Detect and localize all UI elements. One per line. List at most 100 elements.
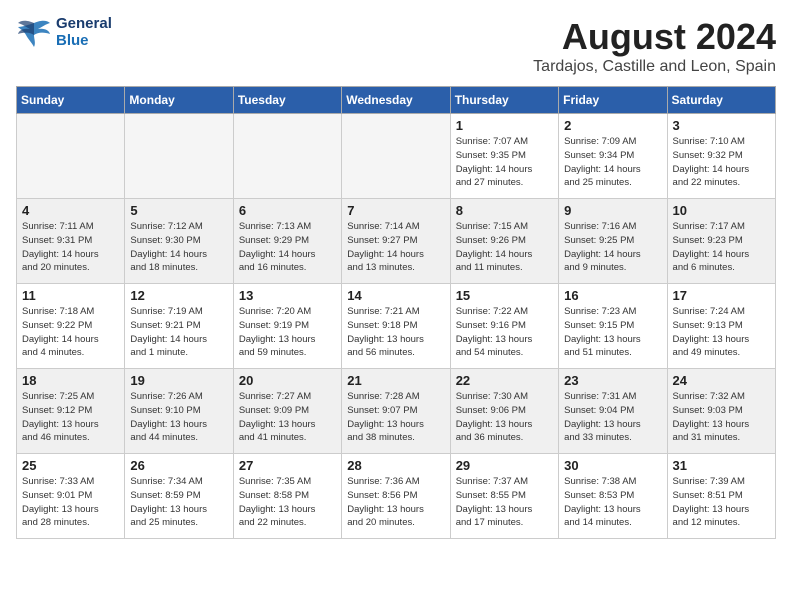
day-number: 30 <box>564 458 661 473</box>
day-number: 12 <box>130 288 227 303</box>
day-number: 21 <box>347 373 444 388</box>
calendar-cell: 18 Sunrise: 7:25 AM Sunset: 9:12 PM Dayli… <box>17 369 125 454</box>
day-number: 7 <box>347 203 444 218</box>
logo-text: General Blue <box>56 16 112 49</box>
logo: General Blue <box>16 16 112 49</box>
day-number: 5 <box>130 203 227 218</box>
day-info: Sunrise: 7:21 AM Sunset: 9:18 PM Dayligh… <box>347 305 444 360</box>
day-info: Sunrise: 7:18 AM Sunset: 9:22 PM Dayligh… <box>22 305 119 360</box>
day-number: 31 <box>673 458 770 473</box>
calendar-cell: 28 Sunrise: 7:36 AM Sunset: 8:56 PM Dayli… <box>342 454 450 539</box>
calendar-cell: 1 Sunrise: 7:07 AM Sunset: 9:35 PM Daylig… <box>450 114 558 199</box>
calendar-cell: 3Sunrise: 7:10 AM Sunset: 9:32 PM Daylig… <box>667 114 775 199</box>
calendar-cell: 6 Sunrise: 7:13 AM Sunset: 9:29 PM Daylig… <box>233 199 341 284</box>
day-info: Sunrise: 7:38 AM Sunset: 8:53 PM Dayligh… <box>564 475 661 530</box>
calendar-cell: 21Sunrise: 7:28 AM Sunset: 9:07 PM Dayli… <box>342 369 450 454</box>
calendar-cell: 26 Sunrise: 7:34 AM Sunset: 8:59 PM Dayli… <box>125 454 233 539</box>
calendar-cell: 24Sunrise: 7:32 AM Sunset: 9:03 PM Dayli… <box>667 369 775 454</box>
day-number: 1 <box>456 118 553 133</box>
calendar-cell: 19 Sunrise: 7:26 AM Sunset: 9:10 PM Dayli… <box>125 369 233 454</box>
calendar-cell: 9 Sunrise: 7:16 AM Sunset: 9:25 PM Daylig… <box>559 199 667 284</box>
weekday-header: Thursday <box>450 87 558 114</box>
calendar-cell: 15 Sunrise: 7:22 AM Sunset: 9:16 PM Dayli… <box>450 284 558 369</box>
day-number: 6 <box>239 203 336 218</box>
month-title: August 2024 <box>533 16 776 58</box>
calendar-cell: 22 Sunrise: 7:30 AM Sunset: 9:06 PM Dayli… <box>450 369 558 454</box>
day-number: 23 <box>564 373 661 388</box>
calendar-cell <box>233 114 341 199</box>
day-number: 22 <box>456 373 553 388</box>
day-info: Sunrise: 7:31 AM Sunset: 9:04 PM Dayligh… <box>564 390 661 445</box>
day-info: Sunrise: 7:30 AM Sunset: 9:06 PM Dayligh… <box>456 390 553 445</box>
day-info: Sunrise: 7:16 AM Sunset: 9:25 PM Dayligh… <box>564 220 661 275</box>
day-number: 27 <box>239 458 336 473</box>
calendar-cell: 17 Sunrise: 7:24 AM Sunset: 9:13 PM Dayli… <box>667 284 775 369</box>
weekday-header: Monday <box>125 87 233 114</box>
calendar-cell: 16 Sunrise: 7:23 AM Sunset: 9:15 PM Dayli… <box>559 284 667 369</box>
day-info: Sunrise: 7:10 AM Sunset: 9:32 PM Dayligh… <box>673 135 770 190</box>
calendar-cell: 4 Sunrise: 7:11 AM Sunset: 9:31 PM Daylig… <box>17 199 125 284</box>
calendar-cell: 5Sunrise: 7:12 AM Sunset: 9:30 PM Daylig… <box>125 199 233 284</box>
calendar-cell <box>125 114 233 199</box>
day-info: Sunrise: 7:33 AM Sunset: 9:01 PM Dayligh… <box>22 475 119 530</box>
day-info: Sunrise: 7:14 AM Sunset: 9:27 PM Dayligh… <box>347 220 444 275</box>
title-block: August 2024 Tardajos, Castille and Leon,… <box>533 16 776 76</box>
calendar-cell: 2 Sunrise: 7:09 AM Sunset: 9:34 PM Daylig… <box>559 114 667 199</box>
day-info: Sunrise: 7:19 AM Sunset: 9:21 PM Dayligh… <box>130 305 227 360</box>
calendar-cell: 14Sunrise: 7:21 AM Sunset: 9:18 PM Dayli… <box>342 284 450 369</box>
calendar-cell: 13Sunrise: 7:20 AM Sunset: 9:19 PM Dayli… <box>233 284 341 369</box>
day-info: Sunrise: 7:26 AM Sunset: 9:10 PM Dayligh… <box>130 390 227 445</box>
day-number: 18 <box>22 373 119 388</box>
calendar-header-row: SundayMondayTuesdayWednesdayThursdayFrid… <box>17 87 776 114</box>
day-number: 29 <box>456 458 553 473</box>
day-info: Sunrise: 7:11 AM Sunset: 9:31 PM Dayligh… <box>22 220 119 275</box>
location-title: Tardajos, Castille and Leon, Spain <box>533 58 776 76</box>
day-info: Sunrise: 7:07 AM Sunset: 9:35 PM Dayligh… <box>456 135 553 190</box>
calendar-cell <box>342 114 450 199</box>
calendar-week-row: 11 Sunrise: 7:18 AM Sunset: 9:22 PM Dayli… <box>17 284 776 369</box>
day-info: Sunrise: 7:27 AM Sunset: 9:09 PM Dayligh… <box>239 390 336 445</box>
day-info: Sunrise: 7:17 AM Sunset: 9:23 PM Dayligh… <box>673 220 770 275</box>
calendar-cell: 20 Sunrise: 7:27 AM Sunset: 9:09 PM Dayli… <box>233 369 341 454</box>
day-info: Sunrise: 7:25 AM Sunset: 9:12 PM Dayligh… <box>22 390 119 445</box>
day-number: 19 <box>130 373 227 388</box>
day-number: 10 <box>673 203 770 218</box>
day-number: 20 <box>239 373 336 388</box>
weekday-header: Wednesday <box>342 87 450 114</box>
weekday-header: Friday <box>559 87 667 114</box>
day-info: Sunrise: 7:22 AM Sunset: 9:16 PM Dayligh… <box>456 305 553 360</box>
day-info: Sunrise: 7:13 AM Sunset: 9:29 PM Dayligh… <box>239 220 336 275</box>
day-number: 28 <box>347 458 444 473</box>
day-info: Sunrise: 7:24 AM Sunset: 9:13 PM Dayligh… <box>673 305 770 360</box>
day-number: 13 <box>239 288 336 303</box>
day-number: 2 <box>564 118 661 133</box>
day-number: 15 <box>456 288 553 303</box>
calendar-week-row: 25 Sunrise: 7:33 AM Sunset: 9:01 PM Dayli… <box>17 454 776 539</box>
day-info: Sunrise: 7:37 AM Sunset: 8:55 PM Dayligh… <box>456 475 553 530</box>
day-number: 25 <box>22 458 119 473</box>
calendar-cell: 23 Sunrise: 7:31 AM Sunset: 9:04 PM Dayli… <box>559 369 667 454</box>
day-info: Sunrise: 7:09 AM Sunset: 9:34 PM Dayligh… <box>564 135 661 190</box>
day-info: Sunrise: 7:23 AM Sunset: 9:15 PM Dayligh… <box>564 305 661 360</box>
calendar-cell: 11 Sunrise: 7:18 AM Sunset: 9:22 PM Dayli… <box>17 284 125 369</box>
day-number: 11 <box>22 288 119 303</box>
day-info: Sunrise: 7:34 AM Sunset: 8:59 PM Dayligh… <box>130 475 227 530</box>
calendar-cell: 31 Sunrise: 7:39 AM Sunset: 8:51 PM Dayli… <box>667 454 775 539</box>
day-number: 17 <box>673 288 770 303</box>
calendar-cell: 7 Sunrise: 7:14 AM Sunset: 9:27 PM Daylig… <box>342 199 450 284</box>
day-number: 9 <box>564 203 661 218</box>
calendar-week-row: 18 Sunrise: 7:25 AM Sunset: 9:12 PM Dayli… <box>17 369 776 454</box>
day-number: 16 <box>564 288 661 303</box>
calendar-week-row: 1 Sunrise: 7:07 AM Sunset: 9:35 PM Daylig… <box>17 114 776 199</box>
calendar-cell: 29 Sunrise: 7:37 AM Sunset: 8:55 PM Dayli… <box>450 454 558 539</box>
calendar-cell: 10 Sunrise: 7:17 AM Sunset: 9:23 PM Dayli… <box>667 199 775 284</box>
day-info: Sunrise: 7:32 AM Sunset: 9:03 PM Dayligh… <box>673 390 770 445</box>
day-info: Sunrise: 7:15 AM Sunset: 9:26 PM Dayligh… <box>456 220 553 275</box>
day-number: 4 <box>22 203 119 218</box>
weekday-header: Saturday <box>667 87 775 114</box>
day-info: Sunrise: 7:36 AM Sunset: 8:56 PM Dayligh… <box>347 475 444 530</box>
day-info: Sunrise: 7:39 AM Sunset: 8:51 PM Dayligh… <box>673 475 770 530</box>
calendar-cell: 8Sunrise: 7:15 AM Sunset: 9:26 PM Daylig… <box>450 199 558 284</box>
calendar-cell: 27Sunrise: 7:35 AM Sunset: 8:58 PM Dayli… <box>233 454 341 539</box>
day-number: 26 <box>130 458 227 473</box>
